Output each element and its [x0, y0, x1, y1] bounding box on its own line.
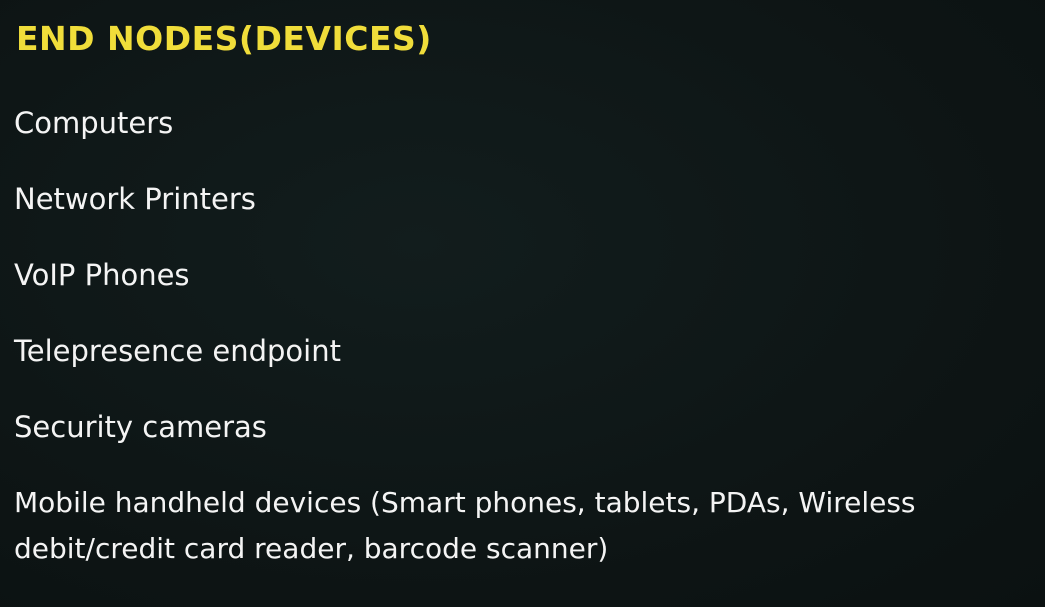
list-item-telepresence-endpoint: Telepresence endpoint	[14, 334, 341, 368]
list-item-network-printers: Network Printers	[14, 182, 256, 216]
slide-title: End nodes(devices)	[16, 19, 432, 58]
slide: End nodes(devices) Computers Network Pri…	[0, 0, 1045, 607]
list-item-mobile-handheld-devices: Mobile handheld devices (Smart phones, t…	[14, 486, 916, 565]
list-item-computers: Computers	[14, 106, 174, 140]
list-item-security-cameras: Security cameras	[14, 410, 267, 444]
list-item-voip-phones: VoIP Phones	[14, 258, 190, 292]
